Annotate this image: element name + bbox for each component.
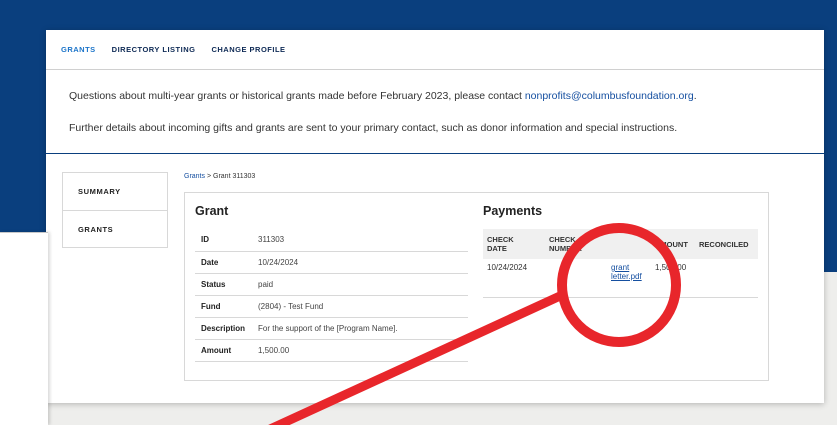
grant-field-label: Description xyxy=(195,317,252,340)
grant-field-value: 10/24/2024 xyxy=(252,251,468,274)
grant-field-value: For the support of the [Program Name]. xyxy=(252,317,468,340)
notice-box: Questions about multi-year grants or his… xyxy=(46,71,824,154)
breadcrumb: Grants > Grant 311303 xyxy=(184,173,255,180)
payments-header-row: CHECK DATE CHECK NUMBER AMOUNT RECONCILED xyxy=(483,229,758,259)
grant-card: Grant ID 311303 Date 10/24/2024 Status paid… xyxy=(184,192,769,381)
grant-field-value: 311303 xyxy=(252,229,468,252)
payment-document: grant letter.pdf xyxy=(607,259,651,298)
sidebar: SUMMARY GRANTS xyxy=(62,172,168,248)
table-row: Amount 1,500.00 xyxy=(195,339,468,362)
grant-field-label: Status xyxy=(195,273,252,296)
grant-field-label: Amount xyxy=(195,339,252,362)
notice-line-2: Further details about incoming gifts and… xyxy=(69,122,678,134)
breadcrumb-grants-link[interactable]: Grants xyxy=(184,173,205,180)
grant-field-value: 1,500.00 xyxy=(252,339,468,362)
payment-check-number xyxy=(545,259,607,298)
payments-heading: Payments xyxy=(483,204,543,218)
overlay-panel xyxy=(0,232,48,425)
contact-email-link[interactable]: nonprofits@columbusfoundation.org xyxy=(525,90,694,102)
tab-directory-listing[interactable]: DIRECTORY LISTING xyxy=(112,45,196,54)
breadcrumb-current: Grant 311303 xyxy=(213,173,256,180)
col-amount: AMOUNT xyxy=(651,229,695,259)
col-document xyxy=(607,229,651,259)
payments-table: CHECK DATE CHECK NUMBER AMOUNT RECONCILED … xyxy=(483,229,758,298)
grant-field-value: paid xyxy=(252,273,468,296)
table-row: Status paid xyxy=(195,273,468,296)
tab-grants[interactable]: GRANTS xyxy=(61,45,96,54)
grant-details-table: ID 311303 Date 10/24/2024 Status paid Fund(… xyxy=(195,229,468,362)
payment-check-date: 10/24/2024 xyxy=(483,259,545,298)
table-row: 10/24/2024 grant letter.pdf 1,500.00 xyxy=(483,259,758,298)
tab-change-profile[interactable]: CHANGE PROFILE xyxy=(211,45,285,54)
col-check-date: CHECK DATE xyxy=(483,229,545,259)
grant-letter-link[interactable]: grant letter.pdf xyxy=(611,263,642,281)
breadcrumb-separator: > xyxy=(206,173,212,180)
grant-detail-panel: GRANTS DIRECTORY LISTING CHANGE PROFILE … xyxy=(46,30,824,403)
sidebar-item-grants[interactable]: GRANTS xyxy=(63,210,167,247)
notice-line-1: Questions about multi-year grants or his… xyxy=(69,90,697,102)
grant-field-label: Date xyxy=(195,251,252,274)
grant-field-label: ID xyxy=(195,229,252,252)
payment-amount: 1,500.00 xyxy=(651,259,695,298)
payment-reconciled xyxy=(695,259,758,298)
table-row: Description For the support of the [Progr… xyxy=(195,317,468,340)
sidebar-item-summary[interactable]: SUMMARY xyxy=(63,173,167,210)
top-tabs: GRANTS DIRECTORY LISTING CHANGE PROFILE xyxy=(46,30,824,70)
grant-field-label: Fund xyxy=(195,295,252,318)
table-row: Fund (2804) - Test Fund xyxy=(195,295,468,318)
grant-field-value: (2804) - Test Fund xyxy=(252,295,468,318)
col-reconciled: RECONCILED xyxy=(695,229,758,259)
grant-heading: Grant xyxy=(195,204,229,218)
table-row: Date 10/24/2024 xyxy=(195,251,468,274)
col-check-number: CHECK NUMBER xyxy=(545,229,607,259)
table-row: ID 311303 xyxy=(195,229,468,252)
